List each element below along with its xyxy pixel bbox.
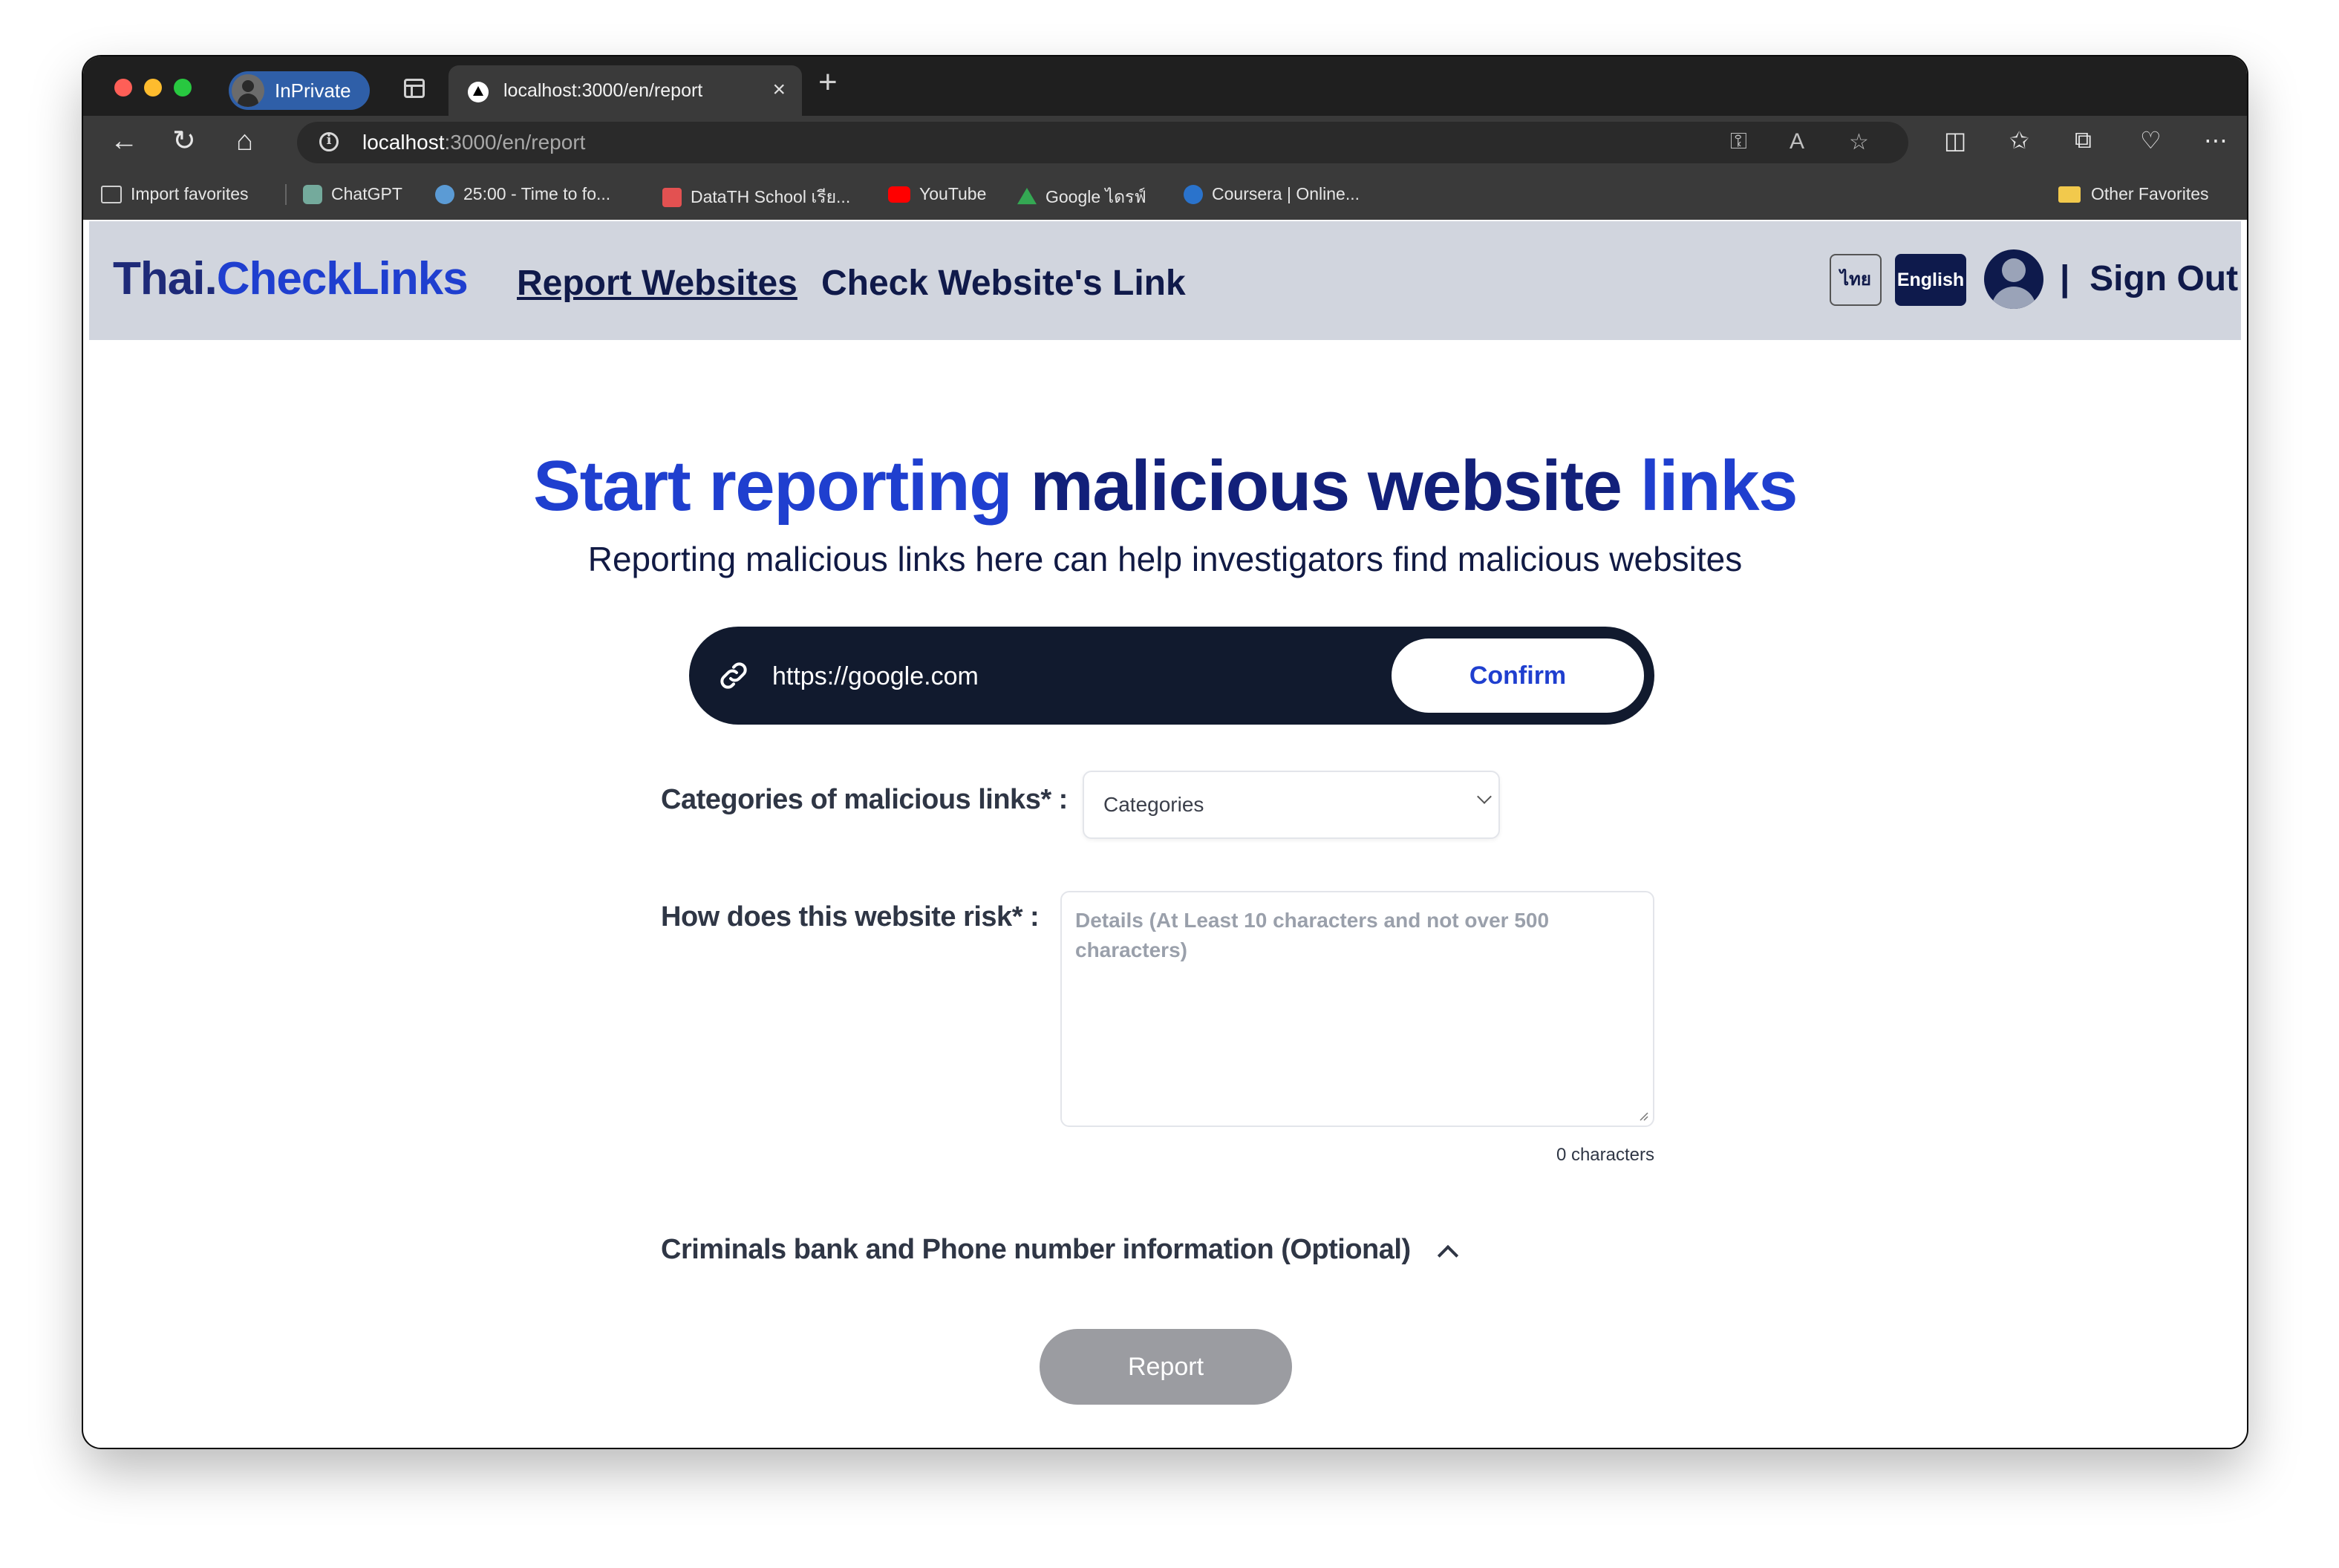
favorite-google-drive[interactable]: Google ไดรฟ์ — [1017, 184, 1146, 211]
character-counter: 0 characters — [1556, 1145, 1654, 1165]
risk-details-field — [1060, 891, 1654, 1127]
favorite-chatgpt[interactable]: ChatGPT — [303, 184, 402, 204]
browser-window: InPrivate localhost:3000/en/report × + ←… — [83, 56, 2247, 1448]
maximize-window-button[interactable] — [174, 79, 192, 97]
split-screen-icon[interactable]: ◫ — [1944, 126, 1966, 154]
google-drive-icon — [1017, 188, 1037, 205]
confirm-button[interactable]: Confirm — [1392, 638, 1644, 713]
categories-select[interactable]: Categories — [1083, 771, 1500, 839]
read-aloud-icon[interactable]: A — [1790, 129, 1804, 154]
back-icon[interactable]: ← — [110, 123, 138, 159]
report-button[interactable]: Report — [1040, 1329, 1292, 1405]
tab-actions-icon[interactable] — [404, 79, 425, 98]
risk-details-textarea[interactable] — [1074, 904, 1641, 1115]
inprivate-badge[interactable]: InPrivate — [229, 71, 370, 110]
favorite-label: Coursera | Online... — [1212, 184, 1360, 203]
favorite-import[interactable]: Import favorites — [101, 184, 249, 204]
favorite-label: ChatGPT — [331, 184, 402, 203]
youtube-icon — [888, 186, 910, 203]
chevron-down-icon — [1477, 789, 1492, 804]
refresh-icon[interactable]: ↻ — [172, 123, 196, 159]
risk-details-label: How does this website risk* : — [661, 901, 1040, 932]
new-tab-icon[interactable]: + — [818, 64, 838, 101]
chatgpt-icon — [303, 184, 322, 204]
tab-title: localhost:3000/en/report — [503, 80, 703, 101]
favorite-datath[interactable]: DataTH School เรีย... — [662, 184, 850, 211]
site-favicon-icon — [468, 82, 489, 102]
active-tab[interactable]: localhost:3000/en/report × — [448, 65, 802, 117]
other-favorites[interactable]: Other Favorites — [2058, 184, 2209, 204]
favorites-bar: Import favorites ChatGPT 25:00 - Time to… — [83, 169, 2247, 220]
header-separator: | — [2060, 259, 2070, 298]
url-input[interactable] — [771, 653, 1368, 699]
import-icon — [101, 185, 122, 203]
categories-select-value: Categories — [1103, 793, 1204, 816]
language-english-button[interactable]: English — [1895, 254, 1966, 306]
site-header: Thai.CheckLinks Report Websites Check We… — [89, 221, 2241, 340]
favorite-label: Import favorites — [131, 184, 249, 203]
favorites-icon[interactable]: ✩ — [2009, 126, 2029, 154]
categories-label: Categories of malicious links* : — [661, 784, 1068, 815]
nav-check-website-link[interactable]: Check Website's Link — [821, 263, 1186, 304]
optional-info-label: Criminals bank and Phone number informat… — [661, 1234, 1411, 1265]
url-submit-bar: Confirm — [689, 627, 1654, 725]
favorites-divider — [285, 184, 287, 205]
favorite-label: 25:00 - Time to fo... — [463, 184, 611, 203]
favorite-coursera[interactable]: Coursera | Online... — [1184, 184, 1360, 204]
sign-out-label: Sign Out — [2090, 259, 2239, 298]
nav-report-websites[interactable]: Report Websites — [517, 263, 797, 304]
profile-avatar-icon — [232, 74, 264, 107]
web-page: Thai.CheckLinks Report Websites Check We… — [89, 221, 2241, 1448]
tab-bar: InPrivate localhost:3000/en/report × + — [83, 56, 2247, 117]
minimize-window-button[interactable] — [144, 79, 162, 97]
sign-out-link[interactable]: | Sign Out — [2060, 258, 2238, 299]
folder-icon — [2058, 186, 2081, 203]
site-logo[interactable]: Thai.CheckLinks — [113, 252, 469, 305]
favorite-youtube[interactable]: YouTube — [888, 184, 986, 204]
key-icon[interactable]: ⚿ — [1730, 129, 1747, 154]
site-info-icon[interactable] — [319, 132, 339, 151]
link-icon — [720, 662, 747, 689]
favorite-label: DataTH School เรีย... — [691, 187, 851, 206]
other-favorites-label: Other Favorites — [2091, 184, 2209, 203]
close-window-button[interactable] — [114, 79, 132, 97]
chevron-up-icon — [1437, 1244, 1458, 1266]
datath-icon — [662, 188, 682, 207]
browser-toolbar: ← ↻ ⌂ localhost:3000/en/report ⚿ A ☆ ◫ ✩… — [83, 116, 2247, 169]
collections-icon[interactable]: ⧉ — [2075, 126, 2092, 154]
page-title: Start reporting malicious website links — [533, 446, 1798, 526]
coursera-icon — [1184, 184, 1203, 204]
inprivate-label: InPrivate — [275, 79, 351, 102]
favorite-star-icon[interactable]: ☆ — [1849, 129, 1869, 155]
address-bar[interactable]: localhost:3000/en/report ⚿ A ☆ — [297, 122, 1908, 163]
user-avatar-icon[interactable] — [1984, 249, 2043, 309]
favorite-label: Google ไดรฟ์ — [1045, 187, 1146, 206]
close-tab-icon[interactable]: × — [772, 77, 786, 102]
favorite-label: YouTube — [919, 184, 987, 203]
favorite-timer[interactable]: 25:00 - Time to fo... — [435, 184, 610, 204]
optional-info-toggle[interactable]: Criminals bank and Phone number informat… — [661, 1234, 1458, 1266]
resize-handle-icon[interactable] — [1638, 1111, 1648, 1121]
address-url[interactable]: localhost:3000/en/report — [362, 131, 585, 154]
language-thai-button[interactable]: ไทย — [1830, 254, 1882, 306]
check-circle-icon — [435, 184, 454, 204]
home-icon[interactable]: ⌂ — [236, 123, 253, 159]
browser-essentials-icon[interactable]: ♡ — [2140, 126, 2162, 154]
more-menu-icon[interactable]: ⋯ — [2204, 126, 2228, 154]
page-subtitle: Reporting malicious links here can help … — [587, 540, 1743, 578]
